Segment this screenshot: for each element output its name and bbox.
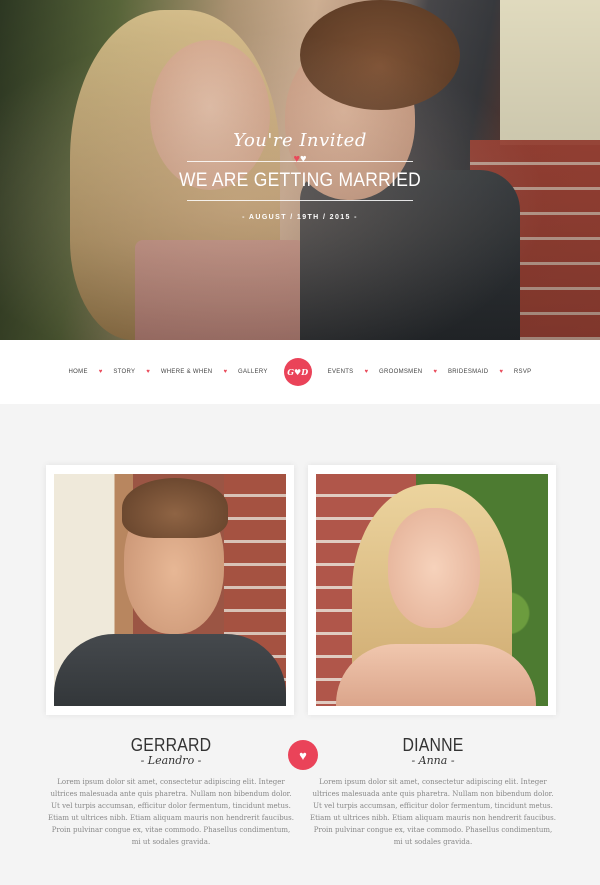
hero-banner: You're Invited ♥♥ WE ARE GETTING MARRIED… xyxy=(0,0,600,340)
bride-photo xyxy=(316,474,548,706)
bride-info: DIANNE - Anna - Lorem ipsum dolor sit am… xyxy=(308,735,558,848)
groom-hair xyxy=(122,478,228,538)
bride-face xyxy=(388,508,480,628)
groom-photo-card xyxy=(46,465,294,715)
nav-bridesmaid[interactable]: BRIDESMAID xyxy=(448,369,488,375)
groom-name: GERRARD xyxy=(130,735,212,755)
hero-headline: WE ARE GETTING MARRIED xyxy=(178,170,422,191)
heart-divider: ♥♥ xyxy=(187,153,413,167)
nav-story[interactable]: STORY xyxy=(113,369,135,375)
invite-text: You're Invited xyxy=(233,130,367,151)
logo-badge[interactable]: G♥D xyxy=(283,358,312,386)
groom-shirt xyxy=(54,634,286,706)
heart-icon: ♥ xyxy=(364,369,369,375)
bride-shoulders xyxy=(336,644,536,706)
divider-line-bottom xyxy=(187,200,413,201)
nav-rsvp[interactable]: RSVP xyxy=(514,369,532,375)
groom-info: GERRARD - Leandro - Lorem ipsum dolor si… xyxy=(46,735,296,848)
nav-groomsmen[interactable]: GROOMSMEN xyxy=(379,369,422,375)
heart-icon: ♥ xyxy=(433,369,437,375)
nav-events[interactable]: EVENTS xyxy=(328,369,354,375)
bride-bio: Lorem ipsum dolor sit amet, consectetur … xyxy=(310,778,556,846)
wedding-date: - AUGUST / 19TH / 2015 - xyxy=(242,214,358,221)
nav-where-when[interactable]: WHERE & WHEN xyxy=(161,369,213,375)
hero-text-block: You're Invited ♥♥ WE ARE GETTING MARRIED… xyxy=(0,130,600,221)
heart-icon: ♥ xyxy=(223,369,227,375)
nav-gallery[interactable]: GALLERY xyxy=(238,369,268,375)
bride-photo-card xyxy=(308,465,556,715)
groom-bio: Lorem ipsum dolor sit amet, consectetur … xyxy=(48,778,294,846)
groom-photo xyxy=(54,474,286,706)
main-nav: HOME ♥ STORY ♥ WHERE & WHEN ♥ GALLERY G♥… xyxy=(0,340,600,404)
heart-icon: ♥ xyxy=(499,369,503,375)
heart-icon: ♥ xyxy=(146,369,150,375)
nav-home[interactable]: HOME xyxy=(69,369,88,375)
double-heart-icon: ♥♥ xyxy=(293,153,307,165)
bride-name: DIANNE xyxy=(402,735,464,755)
heart-icon: ♥ xyxy=(98,369,103,375)
